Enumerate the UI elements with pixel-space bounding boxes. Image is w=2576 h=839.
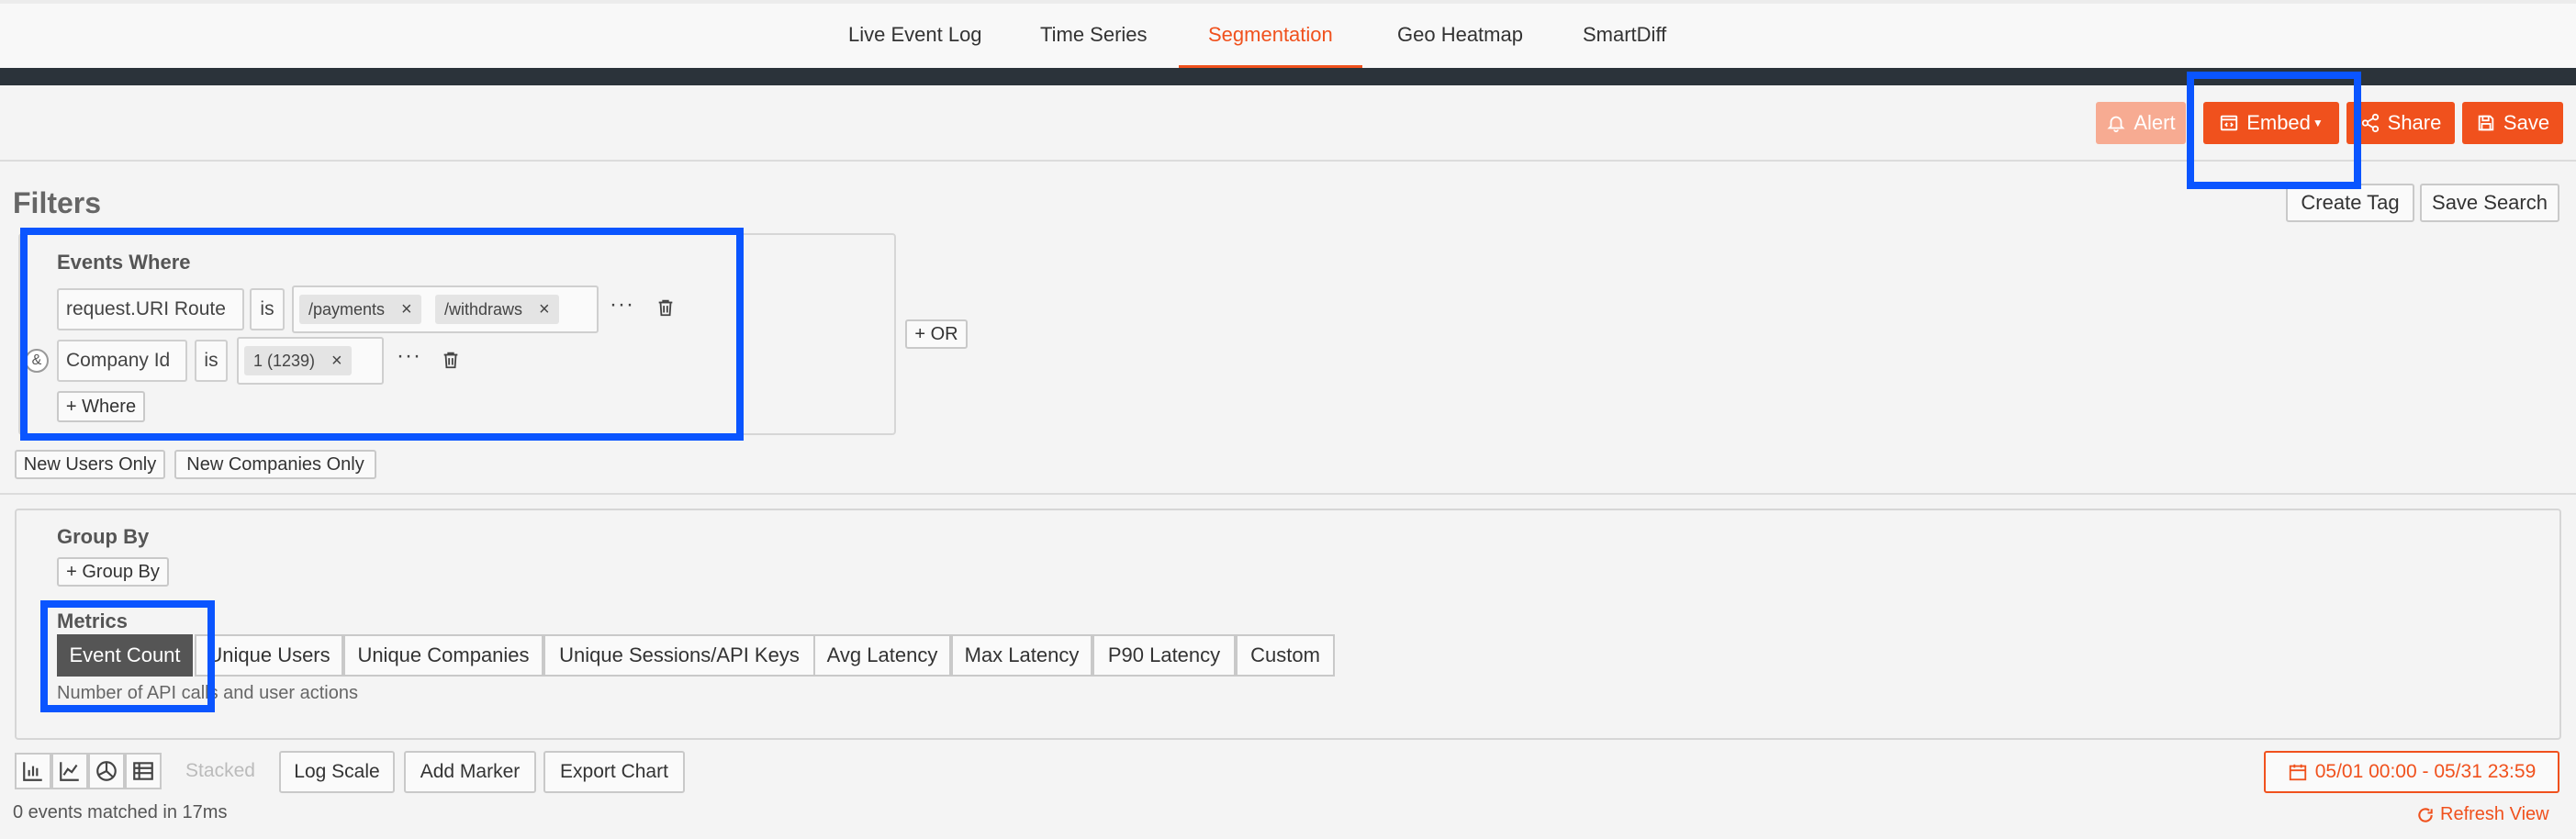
value-tag: 1 (1239) ×: [244, 346, 352, 375]
bar-chart-button[interactable]: [15, 753, 51, 789]
add-group-by-button[interactable]: + Group By: [57, 557, 169, 587]
share-label: Share: [2387, 111, 2442, 134]
trash-icon[interactable]: [655, 296, 676, 323]
filters-title: Filters: [13, 186, 102, 219]
alert-label: Alert: [2134, 111, 2176, 134]
save-search-button[interactable]: Save Search: [2420, 184, 2559, 222]
filter-operator[interactable]: is: [195, 340, 228, 382]
table-icon: [133, 762, 153, 780]
save-label: Save: [2503, 111, 2550, 134]
metric-unique-sessions[interactable]: Unique Sessions/API Keys: [543, 634, 815, 677]
add-where-button[interactable]: + Where: [57, 391, 145, 422]
new-companies-only-button[interactable]: New Companies Only: [174, 450, 376, 479]
filter-operator[interactable]: is: [250, 288, 285, 330]
and-connector[interactable]: &: [25, 349, 49, 373]
refresh-view-label: Refresh View: [2440, 804, 2549, 824]
divider: [0, 493, 2576, 495]
line-chart-button[interactable]: [51, 753, 88, 789]
filter-field-company-id[interactable]: Company Id: [57, 340, 187, 382]
filter-value-input[interactable]: /payments × /withdraws ×: [292, 285, 599, 333]
save-icon: [2478, 115, 2494, 131]
line-chart-icon: [60, 762, 79, 781]
group-by-box: [15, 509, 2561, 740]
add-marker-button[interactable]: Add Marker: [404, 751, 536, 793]
metric-avg-latency[interactable]: Avg Latency: [813, 634, 951, 677]
more-options-icon[interactable]: ···: [610, 292, 634, 318]
metrics-label: Metrics: [57, 610, 129, 632]
add-or-button[interactable]: + OR: [905, 319, 968, 349]
embed-label: Embed: [2246, 111, 2311, 134]
refresh-view-link[interactable]: Refresh View: [2416, 804, 2549, 825]
alert-button[interactable]: Alert: [2096, 102, 2186, 144]
metric-description: Number of API calls and user actions: [57, 683, 358, 703]
metric-unique-companies[interactable]: Unique Companies: [343, 634, 543, 677]
date-range-label: 05/01 00:00 - 05/31 23:59: [2314, 761, 2537, 782]
events-where-label: Events Where: [57, 251, 191, 274]
events-matched-status: 0 events matched in 17ms: [13, 802, 228, 822]
table-view-button[interactable]: [125, 753, 162, 789]
metric-p90-latency[interactable]: P90 Latency: [1092, 634, 1236, 677]
calendar-icon: [2289, 764, 2306, 781]
value-tag-label: /payments: [308, 299, 386, 319]
tab-live-event-log[interactable]: Live Event Log: [848, 0, 982, 68]
share-button[interactable]: Share: [2346, 102, 2455, 144]
value-tag-label: 1 (1239): [253, 351, 316, 370]
refresh-icon: [2418, 807, 2433, 822]
remove-tag-icon[interactable]: ×: [401, 299, 412, 320]
caret-down-icon: ▼: [2312, 117, 2324, 129]
new-users-only-button[interactable]: New Users Only: [15, 450, 165, 479]
metric-custom[interactable]: Custom: [1236, 634, 1335, 677]
filter-field-route[interactable]: request.URI Route: [57, 288, 244, 330]
share-icon: [2361, 113, 2379, 133]
metric-max-latency[interactable]: Max Latency: [951, 634, 1092, 677]
value-tag: /withdraws ×: [435, 295, 559, 324]
tab-time-series[interactable]: Time Series: [1040, 0, 1148, 68]
group-by-label: Group By: [57, 525, 150, 548]
trash-icon[interactable]: [441, 349, 461, 375]
stacked-toggle[interactable]: Stacked: [174, 753, 266, 789]
filter-value-input[interactable]: 1 (1239) ×: [237, 337, 384, 385]
date-range-picker[interactable]: 05/01 00:00 - 05/31 23:59: [2264, 751, 2559, 793]
save-button[interactable]: Save: [2462, 102, 2563, 144]
tab-segmentation[interactable]: Segmentation: [1179, 0, 1362, 68]
embed-button[interactable]: Embed ▼: [2203, 102, 2339, 144]
divider: [0, 160, 2576, 162]
tab-smartdiff[interactable]: SmartDiff: [1583, 0, 1666, 68]
remove-tag-icon[interactable]: ×: [331, 351, 342, 372]
create-tag-button[interactable]: Create Tag: [2286, 184, 2414, 222]
metric-unique-users[interactable]: Unique Users: [195, 634, 343, 677]
metric-event-count[interactable]: Event Count: [57, 634, 193, 677]
bar-chart-icon: [23, 762, 42, 781]
header-divider-bar: [0, 68, 2576, 85]
bell-icon: [2107, 116, 2125, 133]
remove-tag-icon[interactable]: ×: [539, 299, 550, 320]
log-scale-button[interactable]: Log Scale: [279, 751, 395, 793]
pie-chart-icon: [96, 761, 117, 781]
value-tag: /payments ×: [299, 295, 421, 324]
export-chart-button[interactable]: Export Chart: [543, 751, 685, 793]
embed-icon: [2221, 115, 2238, 131]
tab-geo-heatmap[interactable]: Geo Heatmap: [1397, 0, 1523, 68]
pie-chart-button[interactable]: [88, 753, 125, 789]
more-options-icon[interactable]: ···: [397, 343, 421, 369]
value-tag-label: /withdraws: [444, 299, 523, 319]
